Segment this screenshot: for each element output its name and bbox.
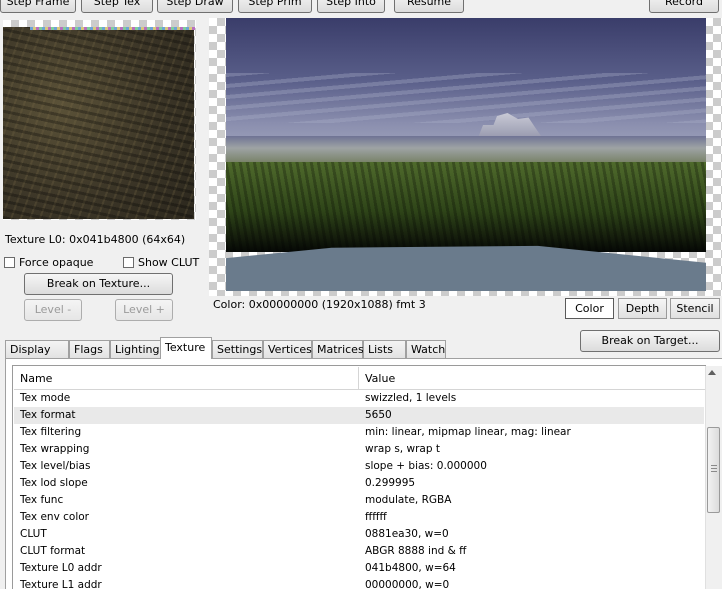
row-value: swizzled, 1 levels: [365, 392, 457, 404]
buffer-tab-stencil[interactable]: Stencil: [670, 298, 720, 319]
step-into-button[interactable]: Step Into: [317, 0, 385, 13]
tab-matrices[interactable]: Matrices: [312, 340, 364, 358]
step-draw-button[interactable]: Step Draw: [157, 0, 233, 13]
column-header-name[interactable]: Name: [20, 372, 52, 385]
scroll-up-arrow-icon[interactable]: [708, 370, 716, 375]
row-value: 00000000, w=0: [365, 579, 450, 589]
row-value: wrap s, wrap t: [365, 443, 440, 455]
row-name: Tex lod slope: [20, 477, 88, 489]
table-row[interactable]: Tex env color ffffff: [14, 509, 704, 526]
row-value: 041b4800, w=64: [365, 562, 456, 574]
tab-texture[interactable]: Texture: [160, 337, 212, 359]
scrollbar-thumb[interactable]: [707, 427, 720, 513]
step-frame-button[interactable]: Step Frame: [0, 0, 76, 13]
table-header: [14, 367, 705, 390]
scrollbar-grip-icon: [711, 465, 717, 472]
tab-settings[interactable]: Settings: [212, 340, 263, 358]
row-name: Tex level/bias: [20, 460, 91, 472]
table-row[interactable]: Tex func modulate, RGBA: [14, 492, 704, 509]
row-name: Texture L0 addr: [20, 562, 102, 574]
texture-info-label: Texture L0: 0x041b4800 (64x64): [5, 233, 186, 246]
row-name: Tex func: [20, 494, 64, 506]
texture-preview: [3, 27, 194, 219]
row-name: Texture L1 addr: [20, 579, 102, 589]
record-button[interactable]: Record: [649, 0, 719, 13]
column-header-value[interactable]: Value: [365, 372, 395, 385]
table-row[interactable]: CLUT 0881ea30, w=0: [14, 526, 704, 543]
show-clut-label: Show CLUT: [138, 256, 200, 269]
tab-vertices[interactable]: Vertices: [263, 340, 312, 358]
break-on-target-button[interactable]: Break on Target...: [580, 330, 720, 352]
resume-button[interactable]: Resume: [394, 0, 464, 13]
table-row[interactable]: Tex mode swizzled, 1 levels: [14, 390, 704, 407]
tab-lists[interactable]: Lists: [363, 340, 406, 358]
preview-clouds: [226, 73, 706, 123]
row-value: 0.299995: [365, 477, 416, 489]
row-name: Tex wrapping: [20, 443, 90, 455]
column-divider[interactable]: [358, 367, 359, 389]
buffer-tab-depth[interactable]: Depth: [618, 298, 667, 319]
level-plus-button[interactable]: Level +: [115, 299, 173, 321]
row-name: CLUT format: [20, 545, 86, 557]
break-on-texture-button[interactable]: Break on Texture...: [24, 273, 173, 295]
table-row[interactable]: Tex wrapping wrap s, wrap t: [14, 441, 704, 458]
row-value: 0881ea30, w=0: [365, 528, 449, 540]
table-row[interactable]: Tex filtering min: linear, mipmap linear,…: [14, 424, 704, 441]
row-value: slope + bias: 0.000000: [365, 460, 487, 472]
preview-ground: [226, 162, 706, 252]
tab-flags[interactable]: Flags: [69, 340, 110, 358]
texture-preview-edge-pixels: [30, 27, 195, 30]
row-name: Tex mode: [20, 392, 71, 404]
force-opaque-checkbox[interactable]: [4, 257, 15, 268]
row-name: Tex env color: [20, 511, 89, 523]
row-value: min: linear, mipmap linear, mag: linear: [365, 426, 571, 438]
row-value: modulate, RGBA: [365, 494, 452, 506]
row-name: Tex format: [20, 409, 76, 421]
table-row[interactable]: Texture L1 addr 00000000, w=0: [14, 577, 704, 589]
row-name: CLUT: [20, 528, 47, 540]
row-value: ffffff: [365, 511, 387, 523]
show-clut-checkbox[interactable]: [123, 257, 134, 268]
table-row[interactable]: Tex level/bias slope + bias: 0.000000: [14, 458, 704, 475]
buffer-tab-color[interactable]: Color: [565, 298, 614, 319]
step-tex-button[interactable]: Step Tex: [81, 0, 153, 13]
tab-lighting[interactable]: Lighting: [110, 340, 161, 358]
row-name: Tex filtering: [20, 426, 82, 438]
table-row[interactable]: Tex format 5650: [14, 407, 704, 424]
tab-watch[interactable]: Watch: [406, 340, 446, 358]
tab-display-list[interactable]: Display List: [5, 340, 69, 373]
force-opaque-label: Force opaque: [19, 256, 94, 269]
framebuffer-info-label: Color: 0x00000000 (1920x1088) fmt 3: [213, 298, 426, 311]
step-prim-button[interactable]: Step Prim: [238, 0, 312, 13]
framebuffer-preview: [226, 18, 706, 291]
row-value: 5650: [365, 409, 392, 421]
table-row[interactable]: Texture L0 addr 041b4800, w=64: [14, 560, 704, 577]
row-value: ABGR 8888 ind & ff: [365, 545, 467, 557]
table-row[interactable]: CLUT format ABGR 8888 ind & ff: [14, 543, 704, 560]
table-row[interactable]: Tex lod slope 0.299995: [14, 475, 704, 492]
level-minus-button[interactable]: Level -: [24, 299, 82, 321]
